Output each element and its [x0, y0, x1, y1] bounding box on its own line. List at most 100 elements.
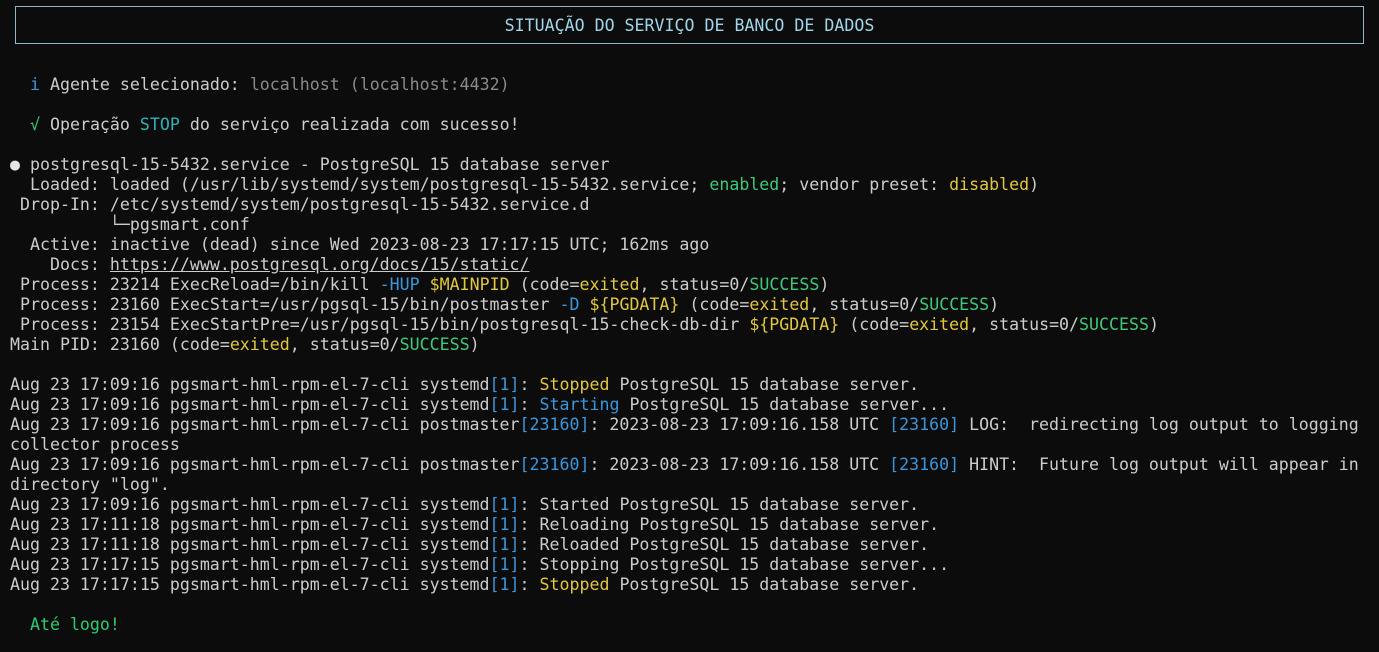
log-message: Reloading PostgreSQL 15 database server.: [539, 515, 940, 534]
loaded-value: loaded (/usr/lib/systemd/system/postgres…: [109, 175, 700, 194]
active-label: Active:: [10, 235, 100, 254]
log-separator: :: [519, 375, 540, 394]
process-close: ): [989, 295, 1000, 314]
mainpid-line: Main PID: 23160 (code=exited, status=0/S…: [10, 335, 480, 355]
process-value: 23160 ExecStart=/usr/pgsql-15/bin/postma…: [109, 295, 550, 314]
process-success: SUCCESS: [919, 295, 990, 314]
dropin-line: Drop-In: /etc/systemd/system/postgresql-…: [10, 195, 589, 215]
log-pid: [23160]: [519, 415, 590, 434]
log-separator: : 2023-08-23 17:09:16.158 UTC: [589, 415, 890, 434]
mainpid-label: Main PID:: [10, 335, 100, 354]
process-code-label: (code=: [689, 295, 750, 314]
process-close: ): [819, 275, 830, 294]
log-line: Aug 23 17:09:16 pgsmart-hml-rpm-el-7-cli…: [10, 455, 1359, 475]
process-line-3: Process: 23154 ExecStartPre=/usr/pgsql-1…: [10, 315, 1159, 335]
process-line-1: Process: 23214 ExecReload=/bin/kill -HUP…: [10, 275, 829, 295]
log-prefix: Aug 23 17:09:16 pgsmart-hml-rpm-el-7-cli…: [10, 395, 490, 414]
process-status-label: , status=0/: [969, 315, 1080, 334]
service-title-line: ● postgresql-15-5432.service - PostgreSQ…: [10, 155, 609, 175]
process-value: 23154 ExecStartPre=/usr/pgsql-15/bin/pos…: [109, 315, 740, 334]
process-status-label: , status=0/: [639, 275, 750, 294]
log-message: HINT: Future log output will appear in: [959, 455, 1359, 474]
dropin-label: Drop-In:: [10, 195, 100, 214]
log-pid: [1]: [489, 495, 520, 514]
mainpid-status-label: , status=0/: [289, 335, 400, 354]
loaded-label: Loaded:: [10, 175, 100, 194]
page-title: SITUAÇÃO DO SERVIÇO DE BANCO DE DADOS: [504, 16, 875, 35]
process-label: Process:: [10, 315, 100, 334]
log-separator: :: [519, 395, 540, 414]
log-keyword: Stopped: [539, 375, 610, 394]
log-pid: [23160]: [889, 415, 960, 434]
farewell-line: Até logo!: [10, 615, 120, 635]
log-keyword: Stopped: [539, 575, 610, 594]
active-line: Active: inactive (dead) since Wed 2023-0…: [10, 235, 709, 255]
log-line: Aug 23 17:09:16 pgsmart-hml-rpm-el-7-cli…: [10, 495, 919, 515]
log-prefix: Aug 23 17:11:18 pgsmart-hml-rpm-el-7-cli…: [10, 515, 490, 534]
check-icon: √: [29, 115, 40, 134]
log-separator: :: [519, 555, 540, 574]
log-prefix: Aug 23 17:09:16 pgsmart-hml-rpm-el-7-cli…: [10, 495, 490, 514]
docs-link[interactable]: https://www.postgresql.org/docs/15/stati…: [110, 255, 530, 274]
active-value: inactive (dead) since Wed 2023-08-23 17:…: [109, 235, 710, 254]
dropin-file: └─pgsmart.conf: [10, 215, 250, 234]
process-status-label: , status=0/: [809, 295, 920, 314]
header-box: SITUAÇÃO DO SERVIÇO DE BANCO DE DADOS: [15, 6, 1364, 44]
log-message: LOG: redirecting log output to logging: [959, 415, 1359, 434]
agent-label: Agente selecionado:: [49, 75, 240, 94]
process-code-label: (code=: [849, 315, 910, 334]
log-message: PostgreSQL 15 database server.: [609, 575, 920, 594]
process-success: SUCCESS: [749, 275, 820, 294]
process-label: Process:: [10, 275, 100, 294]
operation-action: STOP: [139, 115, 180, 134]
mainpid-exited: exited: [229, 335, 290, 354]
log-pid: [23160]: [889, 455, 960, 474]
log-pid: [23160]: [519, 455, 590, 474]
process-exited: exited: [579, 275, 640, 294]
process-exited: exited: [749, 295, 810, 314]
dropin-file-line: └─pgsmart.conf: [10, 215, 250, 235]
process-flag: -D: [559, 295, 580, 314]
log-keyword: Starting: [539, 395, 620, 414]
log-separator: :: [519, 515, 540, 534]
operation-line: √ Operação STOP do serviço realizada com…: [10, 115, 520, 135]
log-message: directory "log".: [10, 475, 170, 494]
log-pid: [1]: [489, 555, 520, 574]
farewell-message: Até logo!: [29, 615, 120, 634]
log-line: Aug 23 17:09:16 pgsmart-hml-rpm-el-7-cli…: [10, 375, 919, 395]
operation-suffix: do serviço realizada com sucesso!: [189, 115, 520, 134]
log-separator: :: [519, 575, 540, 594]
process-variable: $MAINPID: [429, 275, 510, 294]
log-prefix: Aug 23 17:09:16 pgsmart-hml-rpm-el-7-cli…: [10, 455, 520, 474]
process-success: SUCCESS: [1079, 315, 1149, 334]
log-pid: [1]: [489, 575, 520, 594]
mainpid-value: 23160 (code=: [109, 335, 230, 354]
log-prefix: Aug 23 17:11:18 pgsmart-hml-rpm-el-7-cli…: [10, 535, 490, 554]
process-line-2: Process: 23160 ExecStart=/usr/pgsql-15/b…: [10, 295, 999, 315]
enabled-state: enabled: [709, 175, 780, 194]
vendor-preset-label: ; vendor preset:: [779, 175, 940, 194]
loaded-line: Loaded: loaded (/usr/lib/systemd/system/…: [10, 175, 1039, 195]
docs-label: Docs:: [10, 255, 100, 274]
log-pid: [1]: [489, 375, 520, 394]
agent-line: i Agente selecionado: localhost (localho…: [10, 75, 510, 95]
mainpid-close: ): [469, 335, 480, 354]
log-line: Aug 23 17:17:15 pgsmart-hml-rpm-el-7-cli…: [10, 555, 949, 575]
agent-value: localhost (localhost:4432): [249, 75, 510, 94]
terminal-window[interactable]: SITUAÇÃO DO SERVIÇO DE BANCO DE DADOS i …: [0, 0, 1379, 652]
info-icon: i: [29, 75, 40, 94]
disabled-state: disabled: [949, 175, 1030, 194]
log-message: PostgreSQL 15 database server.: [609, 375, 920, 394]
log-line: Aug 23 17:09:16 pgsmart-hml-rpm-el-7-cli…: [10, 395, 949, 415]
dropin-value: /etc/systemd/system/postgresql-15-5432.s…: [109, 195, 590, 214]
log-pid: [1]: [489, 395, 520, 414]
log-prefix: Aug 23 17:09:16 pgsmart-hml-rpm-el-7-cli…: [10, 375, 490, 394]
service-title: postgresql-15-5432.service - PostgreSQL …: [30, 155, 610, 174]
log-message: collector process: [10, 435, 180, 454]
process-flag: -HUP: [379, 275, 420, 294]
log-line-continuation: directory "log".: [10, 475, 170, 495]
process-close: ): [1148, 315, 1159, 334]
docs-line: Docs: https://www.postgresql.org/docs/15…: [10, 255, 530, 275]
log-prefix: Aug 23 17:09:16 pgsmart-hml-rpm-el-7-cli…: [10, 415, 520, 434]
process-exited: exited: [909, 315, 970, 334]
